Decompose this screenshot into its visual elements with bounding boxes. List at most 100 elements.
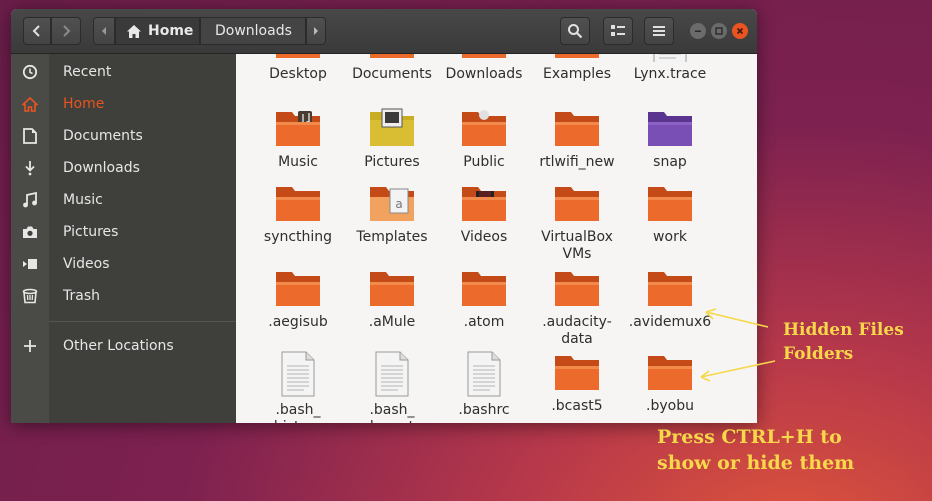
file-item-label: Desktop (269, 66, 327, 82)
file-item-label: rtlwifi_new (539, 154, 615, 170)
file-item-label: .audacity- data (542, 314, 612, 347)
sidebar-item-other-locations[interactable]: Other Locations (11, 330, 236, 362)
sidebar-item-videos[interactable]: Videos (11, 248, 236, 280)
file-item[interactable]: .bash_ history (251, 350, 345, 423)
sidebar-item-recent[interactable]: Recent (11, 56, 236, 88)
folder-folder-icon (460, 54, 508, 62)
minimize-button[interactable] (690, 23, 706, 39)
file-item[interactable]: Music (251, 106, 345, 171)
close-button[interactable] (732, 23, 748, 39)
folder-folder-icon (648, 187, 692, 221)
sidebar-item-music[interactable]: Music (11, 184, 236, 216)
download-icon (25, 161, 35, 176)
folder-folder-icon (370, 54, 414, 58)
view-toggle-button[interactable] (603, 17, 633, 45)
sidebar-item-pictures[interactable]: Pictures (11, 216, 236, 248)
file-item[interactable]: .audacity- data (530, 266, 624, 348)
file-item[interactable]: Pictures (345, 106, 439, 171)
text-file-icon (368, 350, 416, 398)
right-triangle-icon (314, 27, 318, 35)
sidebar-item-label: Trash (63, 288, 100, 304)
sidebar-item-home[interactable]: Home (11, 88, 236, 120)
file-item[interactable]: Desktop (251, 54, 345, 83)
breadcrumb-home[interactable]: Home (115, 17, 200, 45)
folder-folder-icon (555, 187, 599, 221)
folder-folder-icon (274, 181, 322, 225)
forward-button[interactable] (51, 17, 81, 45)
list-view-icon (611, 25, 625, 36)
file-item-label: Music (278, 154, 318, 170)
trash-icon (22, 288, 38, 304)
file-item[interactable]: a Templates (345, 181, 439, 246)
folder-folder-icon (648, 356, 692, 390)
file-item[interactable]: Downloads (437, 54, 531, 83)
folder-folder-icon (370, 272, 414, 306)
sidebar-item-label: Documents (63, 128, 143, 144)
text-file-icon (281, 351, 315, 397)
public-folder-icon (462, 110, 506, 146)
home-icon (127, 24, 141, 38)
file-item[interactable]: .bashrc (437, 350, 531, 419)
back-button[interactable] (23, 17, 51, 45)
folder-folder-icon (462, 272, 506, 306)
file-item-label: Pictures (364, 154, 420, 170)
file-item[interactable]: rtlwifi_new (530, 106, 624, 171)
file-item[interactable]: VirtualBox VMs (530, 181, 624, 263)
file-item[interactable]: .bcast5 (530, 350, 624, 415)
file-grid: Desktop Documents Downloads Examples Lynx.tr… (237, 54, 757, 423)
sidebar-item-trash[interactable]: Trash (11, 280, 236, 312)
file-manager-window: Home Downloads Recent Home Documents Dow… (11, 9, 757, 423)
forward-arrow-icon (63, 25, 71, 37)
maximize-icon (715, 27, 723, 35)
file-item[interactable]: Documents (345, 54, 439, 83)
file-item[interactable]: Public (437, 106, 531, 171)
file-item-label: work (653, 229, 687, 245)
file-item[interactable]: work (623, 181, 717, 246)
back-arrow-icon (32, 25, 40, 37)
sidebar-item-downloads[interactable]: Downloads (11, 152, 236, 184)
breadcrumb-downloads[interactable]: Downloads (200, 17, 306, 45)
folder-folder-icon (555, 356, 599, 390)
file-item[interactable]: .aegisub (251, 266, 345, 331)
file-item[interactable]: .aMule (345, 266, 439, 331)
hamburger-menu-icon (653, 26, 665, 36)
folder-folder-icon (553, 350, 601, 394)
pictures-folder-icon (368, 106, 416, 150)
home-icon (22, 96, 38, 112)
sidebar-item-label: Other Locations (63, 338, 174, 354)
video-icon (23, 259, 37, 269)
folder-folder-icon (276, 272, 320, 306)
public-folder-icon (460, 106, 508, 150)
music-folder-icon (276, 111, 320, 146)
search-icon (568, 24, 583, 39)
annotation-line: Folders (783, 344, 854, 364)
file-item[interactable]: Examples (530, 54, 624, 83)
folder-folder-icon (553, 54, 601, 62)
folder-folder-icon (274, 266, 322, 310)
annotation-hidden-files: Hidden Files Folders (783, 318, 904, 366)
file-item[interactable]: .avidemux6 (623, 266, 717, 331)
file-item-label: .avidemux6 (628, 314, 712, 330)
file-item[interactable]: Videos (437, 181, 531, 246)
file-item[interactable]: .bash_ logout (345, 350, 439, 423)
text-file-icon (646, 54, 694, 62)
main-menu-button[interactable] (644, 17, 674, 45)
path-scroll-left[interactable] (93, 17, 115, 45)
file-item[interactable]: Lynx.trace (623, 54, 717, 83)
file-item[interactable]: .atom (437, 266, 531, 331)
file-item-label: .bcast5 (551, 398, 603, 414)
annotation-line: Press CTRL+H to (657, 426, 842, 448)
file-item[interactable]: snap (623, 106, 717, 171)
path-scroll-right[interactable] (306, 17, 326, 45)
breadcrumb-home-label: Home (148, 23, 194, 39)
file-item[interactable]: syncthing (251, 181, 345, 246)
plus-icon (24, 340, 36, 352)
maximize-button[interactable] (711, 23, 727, 39)
videos-folder-icon (460, 181, 508, 225)
text-file-icon (460, 350, 508, 398)
file-item-label: Public (463, 154, 505, 170)
sidebar-item-documents[interactable]: Documents (11, 120, 236, 152)
file-item[interactable]: .byobu (623, 350, 717, 415)
music-icon (23, 192, 37, 208)
search-button[interactable] (560, 17, 590, 45)
